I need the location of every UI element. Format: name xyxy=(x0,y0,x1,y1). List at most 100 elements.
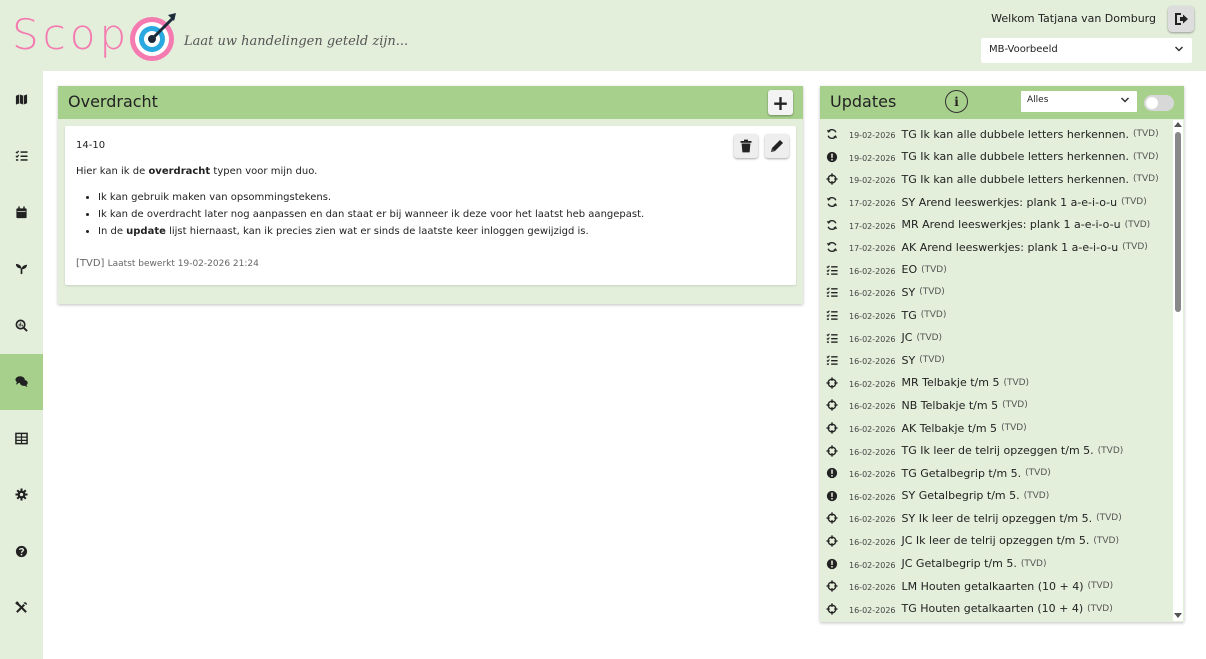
update-row[interactable]: 16-02-2026 AK Telbakje t/m 5 (TVD) xyxy=(820,417,1172,440)
update-row[interactable]: 16-02-2026 SY Getalbegrip t/m 5. (TVD) xyxy=(820,485,1172,508)
tagline: Laat uw handelingen geteld zijn... xyxy=(184,34,409,49)
update-author: (TVD) xyxy=(1003,377,1030,388)
add-note-button[interactable]: + xyxy=(768,90,793,115)
update-date: 17-02-2026 xyxy=(849,199,896,209)
update-author: (TVD) xyxy=(919,355,945,366)
info-icon[interactable]: i xyxy=(945,90,968,113)
trash-icon xyxy=(740,139,752,153)
help-icon xyxy=(15,545,28,557)
update-text: TG Getalbegrip t/m 5. xyxy=(901,466,1022,480)
sync-icon xyxy=(826,129,838,140)
sidebar-item-map[interactable] xyxy=(0,71,43,128)
update-row[interactable]: 16-02-2026 LM Houten getalkaarten (10 + 4… xyxy=(820,575,1172,598)
update-date: 16-02-2026 xyxy=(849,470,896,480)
update-text: SY Getalbegrip t/m 5. xyxy=(901,489,1020,503)
update-text: TG Houten getalkaarten (10 + 4) xyxy=(901,602,1084,616)
chevron-down-icon xyxy=(1120,97,1130,103)
update-row[interactable]: 16-02-2026 MR Telbakje t/m 5 (TVD) xyxy=(820,372,1172,395)
update-row[interactable]: 16-02-2026 SY (TVD) xyxy=(820,349,1172,372)
alert-icon xyxy=(826,558,838,569)
update-author: (TVD) xyxy=(1020,558,1047,569)
update-row[interactable]: 17-02-2026 AK Arend leeswerkjes: plank 1 … xyxy=(820,236,1172,259)
update-row[interactable]: 16-02-2026 JC Getalbegrip t/m 5. (TVD) xyxy=(820,552,1172,575)
update-row[interactable]: 19-02-2026 TG Ik kan alle dubbele letters… xyxy=(820,123,1172,146)
checklist-icon xyxy=(15,150,28,161)
checklist-icon xyxy=(826,355,838,366)
school-select[interactable]: MB-Voorbeeld xyxy=(981,38,1192,63)
update-date: 19-02-2026 xyxy=(849,131,896,141)
sidebar-item-analysis[interactable] xyxy=(0,297,43,354)
alert-icon xyxy=(826,468,838,479)
sidebar-item-overview[interactable] xyxy=(0,410,43,467)
update-row[interactable]: 16-02-2026 TG Ik leer de telrij opzeggen … xyxy=(820,439,1172,462)
overdracht-header: Overdracht + xyxy=(58,86,803,119)
update-text: SY Ik leer de telrij opzeggen t/m 5. xyxy=(901,511,1093,525)
update-row[interactable]: 16-02-2026 TG (TVD) xyxy=(820,304,1172,327)
update-text: TG Ik kan alle dubbele letters herkennen… xyxy=(901,127,1130,141)
logout-icon xyxy=(1175,13,1188,25)
update-date: 19-02-2026 xyxy=(849,153,896,163)
update-author: (TVD) xyxy=(1093,535,1119,546)
update-row[interactable]: 19-02-2026 TG Ik kan alle dubbele letters… xyxy=(820,146,1172,169)
sidebar-item-growth[interactable] xyxy=(0,241,43,298)
update-author: (TVD) xyxy=(1087,603,1113,614)
logout-button[interactable] xyxy=(1168,6,1194,32)
sidebar-item-help[interactable] xyxy=(0,523,43,580)
updates-filter-select[interactable]: Alles xyxy=(1021,91,1137,112)
update-row[interactable]: 16-02-2026 SY Ik leer de telrij opzeggen … xyxy=(820,507,1172,530)
crosshair-icon xyxy=(826,580,838,592)
update-date: 16-02-2026 xyxy=(849,312,896,322)
updates-toggle[interactable] xyxy=(1144,95,1174,111)
table-icon xyxy=(15,432,28,445)
scopo-logo[interactable]: Scop xyxy=(12,6,177,64)
checklist-icon xyxy=(826,333,838,343)
sync-icon xyxy=(826,219,838,230)
update-text: TG Ik leer de telrij opzeggen t/m 5. xyxy=(901,444,1094,458)
update-author: (TVD) xyxy=(920,310,947,321)
note-card: 14-10 Hier kan ik de overdracht typen vo… xyxy=(65,126,796,285)
gear-icon xyxy=(15,488,28,501)
update-row[interactable]: 19-02-2026 TG Ik kan alle dubbele letters… xyxy=(820,168,1172,191)
update-text: LM Houten getalkaarten (10 + 4) xyxy=(901,579,1084,593)
scroll-up-arrow[interactable] xyxy=(1174,122,1182,127)
scroll-down-arrow[interactable] xyxy=(1174,613,1182,618)
scroll-thumb[interactable] xyxy=(1175,132,1181,312)
updates-scrollbar[interactable] xyxy=(1173,120,1183,621)
update-row[interactable]: 17-02-2026 SY Arend leeswerkjes: plank 1 … xyxy=(820,191,1172,214)
sidebar-item-calendar[interactable] xyxy=(0,184,43,241)
map-icon xyxy=(15,94,28,105)
update-row[interactable]: 16-02-2026 JC Ik leer de telrij opzeggen … xyxy=(820,530,1172,553)
tools-icon xyxy=(15,601,27,614)
update-row[interactable]: 16-02-2026 TG Getalbegrip t/m 5. (TVD) xyxy=(820,462,1172,485)
sync-icon xyxy=(826,197,838,208)
update-author: (TVD) xyxy=(1133,174,1159,185)
update-row[interactable]: 16-02-2026 TG Houten getalkaarten (10 + 4… xyxy=(820,597,1172,619)
update-text: SY xyxy=(901,285,916,299)
update-row[interactable]: 17-02-2026 MR Arend leeswerkjes: plank 1 … xyxy=(820,213,1172,236)
crosshair-icon xyxy=(826,173,838,186)
sidebar-item-checklist[interactable] xyxy=(0,128,43,185)
update-date: 16-02-2026 xyxy=(849,402,896,412)
update-date: 16-02-2026 xyxy=(849,515,896,525)
update-text: AK Arend leeswerkjes: plank 1 a-e-i-o-u xyxy=(901,240,1119,254)
update-author: (TVD) xyxy=(1025,468,1051,479)
crosshair-icon xyxy=(826,399,838,411)
update-row[interactable]: 16-02-2026 NB Telbakje t/m 5 (TVD) xyxy=(820,394,1172,417)
update-row[interactable]: 16-02-2026 SY (TVD) xyxy=(820,281,1172,304)
sidebar-item-settings[interactable] xyxy=(0,467,43,524)
update-date: 16-02-2026 xyxy=(849,289,896,299)
alert-icon xyxy=(826,490,838,501)
delete-note-button[interactable] xyxy=(734,134,758,158)
sidebar-item-communication[interactable] xyxy=(0,353,43,410)
edit-note-button[interactable] xyxy=(765,134,789,158)
update-author: (TVD) xyxy=(1122,242,1148,253)
note-body: Hier kan ik de overdracht typen voor mij… xyxy=(76,166,716,240)
crosshair-icon xyxy=(826,422,838,434)
alert-icon xyxy=(826,151,838,163)
update-text: JC Ik leer de telrij opzeggen t/m 5. xyxy=(901,534,1090,548)
sidebar-item-tools[interactable] xyxy=(0,580,43,637)
chat-icon xyxy=(15,376,28,388)
sync-icon xyxy=(826,242,838,253)
update-row[interactable]: 16-02-2026 EO (TVD) xyxy=(820,259,1172,282)
update-row[interactable]: 16-02-2026 JC (TVD) xyxy=(820,326,1172,349)
